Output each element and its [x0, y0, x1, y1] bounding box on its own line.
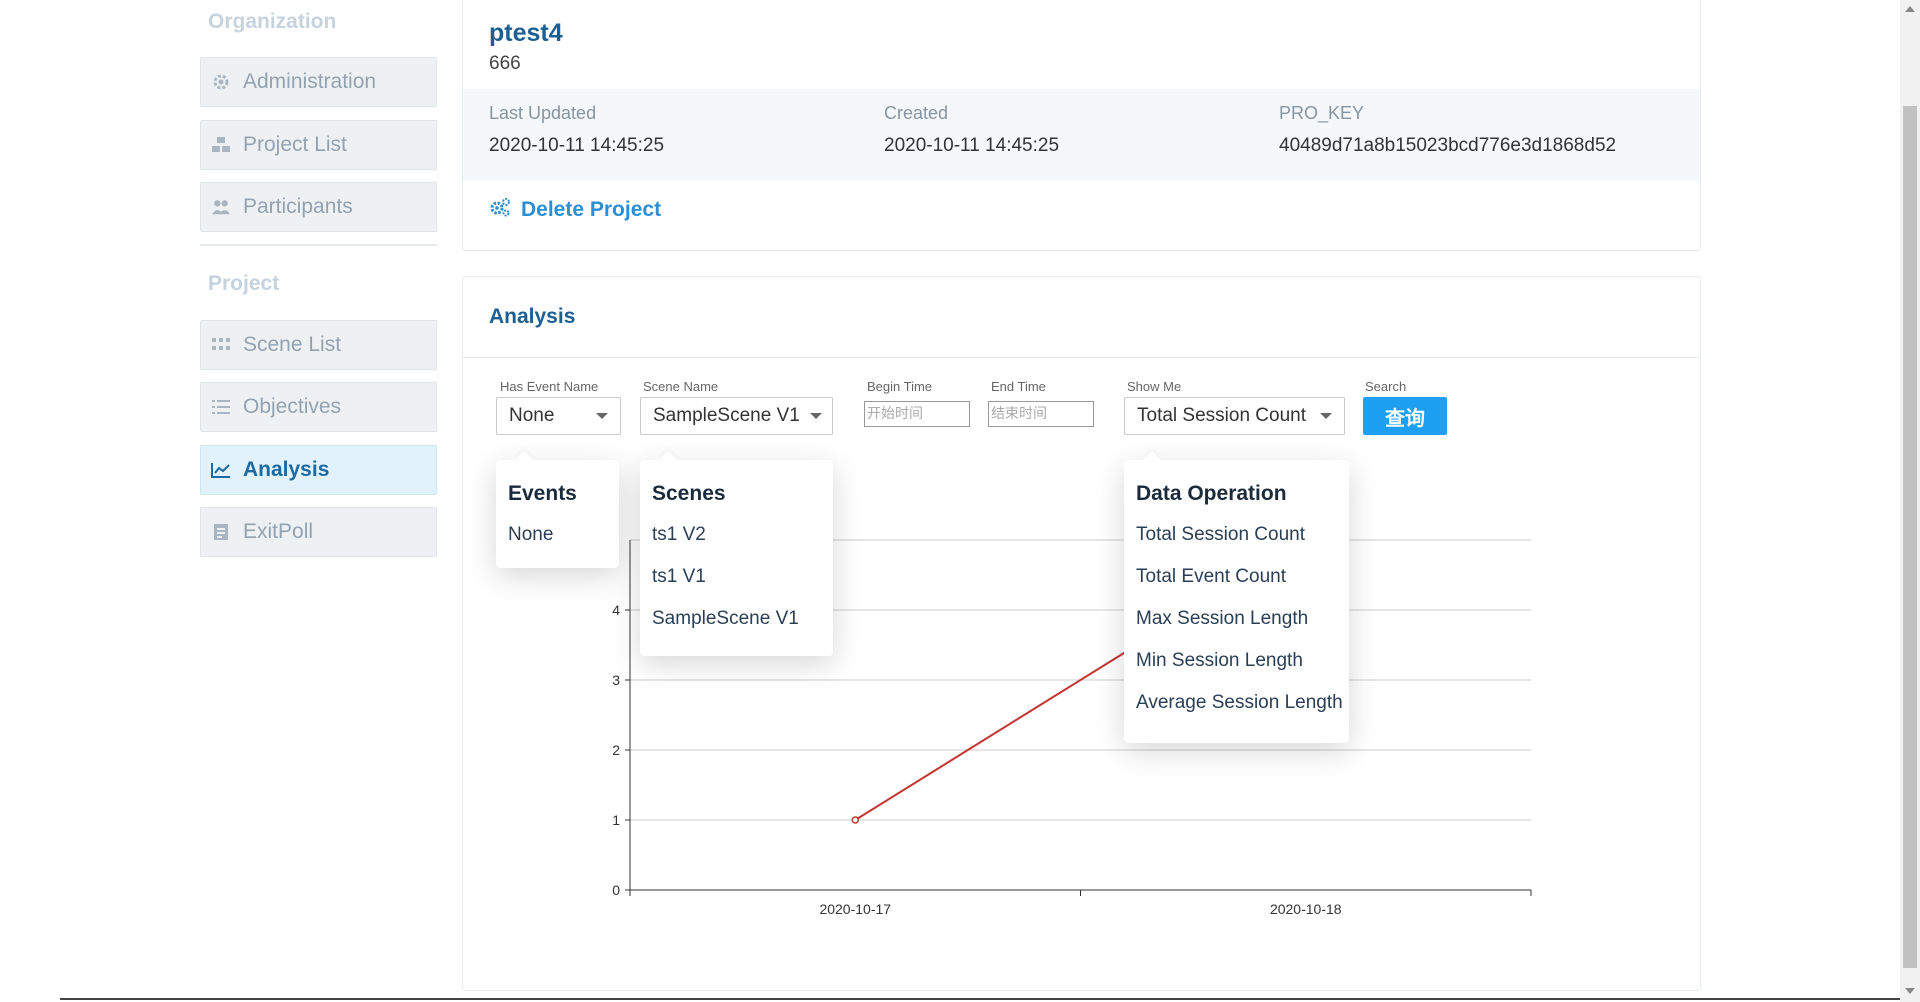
participants-icon: [211, 197, 231, 217]
project-section-title: Project: [208, 272, 280, 295]
sidebar-divider: [200, 244, 437, 246]
x-tick-label: 2020-10-17: [819, 901, 891, 917]
data-point: [851, 816, 859, 824]
sidebar-item-label: Administration: [243, 70, 377, 93]
data-operation-option[interactable]: Total Event Count: [1124, 556, 1349, 598]
organization-section-title: Organization: [208, 10, 337, 33]
data-operation-option[interactable]: Total Session Count: [1124, 514, 1349, 556]
sidebar-item-participants[interactable]: Participants: [200, 182, 437, 232]
project-info-card: ptest4 666 Last Updated 2020-10-11 14:45…: [462, 0, 1701, 251]
sidebar-item-analysis[interactable]: Analysis: [200, 445, 437, 495]
gear-icon: [211, 72, 231, 92]
project-list-icon: [211, 135, 231, 155]
sidebar-item-project-list[interactable]: Project List: [200, 120, 437, 170]
y-tick-label: 3: [612, 672, 620, 688]
scroll-down-icon[interactable]: [1905, 988, 1915, 994]
document-icon: [211, 522, 231, 542]
scene-option[interactable]: ts1 V1: [640, 556, 833, 598]
sidebar-item-administration[interactable]: Administration: [200, 57, 437, 107]
data-operation-option[interactable]: Average Session Length: [1124, 682, 1349, 724]
scenes-dropdown-title: Scenes: [652, 482, 726, 505]
checklist-icon: [211, 397, 231, 417]
delete-project-label: Delete Project: [521, 197, 662, 221]
data-operation-option[interactable]: Min Session Length: [1124, 640, 1349, 682]
chart-line-icon: [211, 460, 231, 480]
sidebar-item-label: Participants: [243, 195, 353, 218]
sidebar-item-label: Analysis: [243, 458, 330, 481]
sidebar-item-scene-list[interactable]: Scene List: [200, 320, 437, 370]
project-description: 666: [489, 53, 521, 74]
y-tick-label: 2: [612, 742, 620, 758]
delete-project-button[interactable]: Delete Project: [489, 197, 661, 222]
created-label: Created: [884, 103, 949, 123]
sidebar-item-label: Objectives: [243, 395, 342, 418]
bottom-edge: [0, 998, 1900, 1002]
y-tick-label: 0: [612, 882, 620, 898]
events-option[interactable]: None: [496, 514, 619, 556]
last-updated-value: 2020-10-11 14:45:25: [489, 135, 665, 156]
grid-icon: [211, 335, 231, 355]
x-tick-label: 2020-10-18: [1270, 901, 1342, 917]
sidebar-item-label: Project List: [243, 133, 347, 156]
project-meta: Last Updated 2020-10-11 14:45:25 Created…: [463, 89, 1700, 181]
scene-option[interactable]: SampleScene V1: [640, 598, 833, 640]
page-scrollbar[interactable]: [1900, 0, 1920, 1002]
events-dropdown-title: Events: [508, 482, 577, 505]
y-tick-label: 4: [612, 602, 620, 618]
y-tick-label: 1: [612, 812, 620, 828]
project-name: ptest4: [489, 19, 563, 47]
sidebar-item-label: Scene List: [243, 333, 342, 356]
scenes-dropdown: Scenes ts1 V2 ts1 V1 SampleScene V1: [640, 460, 833, 656]
data-operation-dropdown: Data Operation Total Session Count Total…: [1124, 460, 1349, 743]
sidebar-item-exitpoll[interactable]: ExitPoll: [200, 507, 437, 557]
analysis-card: Analysis Has Event Name Scene Name Begin…: [462, 276, 1701, 991]
sidebar-item-objectives[interactable]: Objectives: [200, 382, 437, 432]
scroll-up-icon[interactable]: [1905, 6, 1915, 12]
scrollbar-thumb[interactable]: [1903, 106, 1917, 968]
last-updated-label: Last Updated: [489, 103, 597, 123]
scene-option[interactable]: ts1 V2: [640, 514, 833, 556]
pro-key-value: 40489d71a8b15023bcd776e3d1868d52: [1279, 135, 1617, 156]
data-operation-title: Data Operation: [1136, 482, 1287, 505]
gears-icon: [489, 197, 511, 222]
data-operation-option[interactable]: Max Session Length: [1124, 598, 1349, 640]
events-dropdown: Events None: [496, 460, 619, 568]
sidebar-item-label: ExitPoll: [243, 520, 314, 543]
created-value: 2020-10-11 14:45:25: [884, 135, 1060, 156]
pro-key-label: PRO_KEY: [1279, 103, 1365, 123]
